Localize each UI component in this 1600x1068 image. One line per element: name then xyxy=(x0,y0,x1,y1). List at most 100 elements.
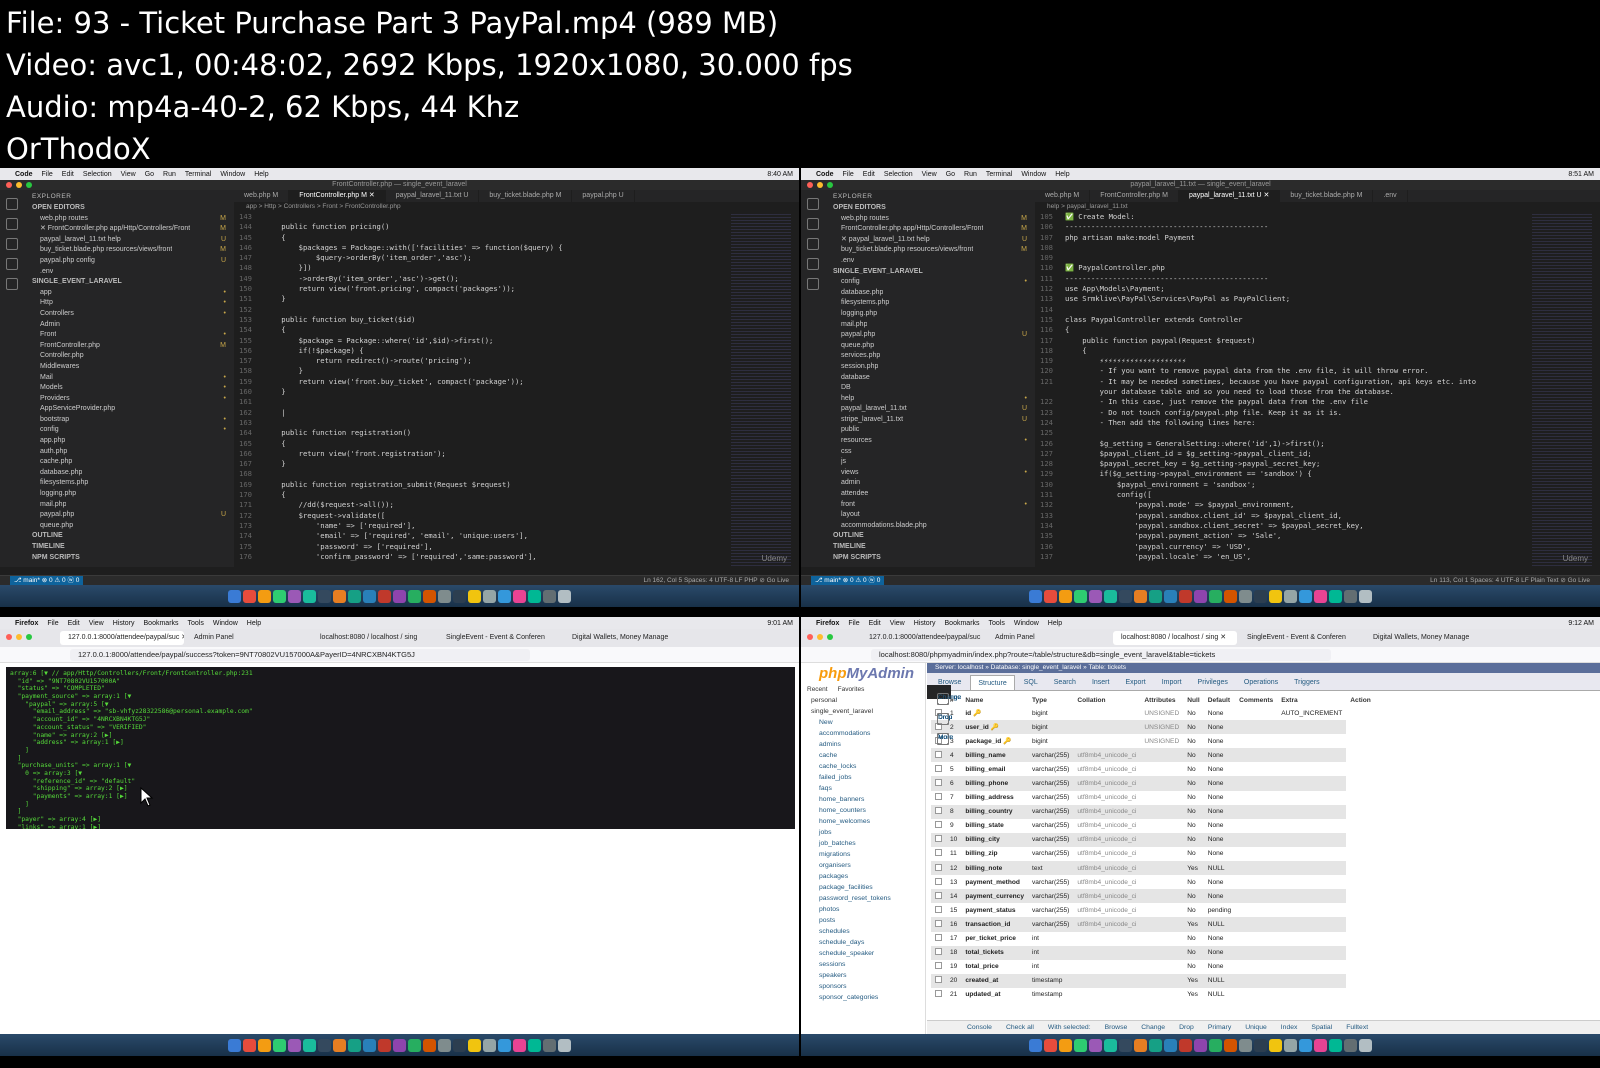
npm-scripts-section[interactable]: NPM SCRIPTS xyxy=(825,553,1035,564)
sidebar-table-item[interactable]: faqs xyxy=(801,783,925,794)
traffic-lights[interactable] xyxy=(6,182,32,188)
code-line[interactable]: 144 public function pricing() xyxy=(234,222,729,232)
tab-sql[interactable]: SQL xyxy=(1017,675,1045,690)
code-line[interactable]: 171 //dd($request->all()); xyxy=(234,500,729,510)
code-line[interactable]: 118 { xyxy=(1035,346,1530,356)
server-breadcrumb[interactable]: Server: localhost » Database: single_eve… xyxy=(927,663,1600,673)
code-line[interactable]: 165 { xyxy=(234,439,729,449)
timeline-section[interactable]: TIMELINE xyxy=(825,542,1035,553)
menu-bookmarks[interactable]: Bookmarks xyxy=(144,620,179,627)
dock-app-icon[interactable] xyxy=(1284,1038,1297,1052)
recent-link[interactable]: Recent xyxy=(807,686,828,693)
dock-app-icon[interactable] xyxy=(1179,589,1192,603)
code-line[interactable]: 162 | xyxy=(234,408,729,418)
code-line[interactable]: 161 xyxy=(234,397,729,407)
dock-app-icon[interactable] xyxy=(288,589,301,603)
file-row[interactable]: mail.php xyxy=(24,500,234,511)
dock-app-icon[interactable] xyxy=(1134,589,1147,603)
menu-file[interactable]: File xyxy=(843,171,854,178)
menu-code[interactable]: Code xyxy=(816,171,834,178)
file-row[interactable]: paypal.php U xyxy=(24,510,234,521)
dock-app-icon[interactable] xyxy=(408,1038,421,1052)
dock-app-icon[interactable] xyxy=(1314,589,1327,603)
file-row[interactable]: FrontController.php M xyxy=(24,341,234,352)
dock-app-icon[interactable] xyxy=(348,1038,361,1052)
cursor-status[interactable]: Ln 162, Col 5 Spaces: 4 UTF-8 LF PHP ⊘ G… xyxy=(643,576,789,585)
row-checkbox[interactable] xyxy=(935,750,942,758)
dock-app-icon[interactable] xyxy=(273,1038,286,1052)
dock-app-icon[interactable] xyxy=(1089,1038,1102,1052)
action-link[interactable]: Drop xyxy=(937,713,952,725)
tab-env[interactable]: .env xyxy=(1373,190,1408,202)
dock-app-icon[interactable] xyxy=(438,1038,451,1052)
search-icon[interactable] xyxy=(6,218,18,230)
bulk-spatial[interactable]: Spatial xyxy=(1311,1024,1332,1031)
dock-app-icon[interactable] xyxy=(393,589,406,603)
tab-paypal-success[interactable]: 127.0.0.1:8000/attendee/paypal/suc xyxy=(861,631,985,645)
code-line[interactable]: 145 { xyxy=(234,233,729,243)
tab-paypal-site[interactable]: Digital Wallets, Money Manage xyxy=(1365,631,1489,645)
file-row[interactable]: Controller.php xyxy=(24,351,234,362)
dock-app-icon[interactable] xyxy=(423,1038,436,1052)
file-row[interactable]: services.php xyxy=(825,351,1035,362)
dock-app-icon[interactable] xyxy=(348,589,361,603)
file-row[interactable]: front • xyxy=(825,500,1035,511)
sidebar-table-item[interactable]: packages xyxy=(801,871,925,882)
code-line[interactable]: 110 ✅ PaypalController.php xyxy=(1035,263,1530,273)
code-line[interactable]: 125 xyxy=(1035,428,1530,438)
file-row[interactable]: accommodations.blade.php xyxy=(825,521,1035,532)
sidebar-table-item[interactable]: accommodations xyxy=(801,728,925,739)
dock-app-icon[interactable] xyxy=(1224,1038,1237,1052)
dock-app-icon[interactable] xyxy=(498,1038,511,1052)
dock-app-icon[interactable] xyxy=(1329,1038,1342,1052)
menu-selection[interactable]: Selection xyxy=(83,171,112,178)
dock-app-icon[interactable] xyxy=(543,1038,556,1052)
menu-help[interactable]: Help xyxy=(1055,171,1069,178)
menu-selection[interactable]: Selection xyxy=(884,171,913,178)
file-row[interactable]: queue.php xyxy=(24,521,234,532)
file-row[interactable]: Admin xyxy=(24,320,234,331)
db-personal[interactable]: personal xyxy=(801,695,925,706)
breadcrumb[interactable]: help > paypal_laravel_11.txt xyxy=(1035,202,1600,212)
file-row[interactable]: views • xyxy=(825,468,1035,479)
code-line[interactable]: 126 $g_setting = GeneralSetting::where('… xyxy=(1035,439,1530,449)
sidebar-table-item[interactable]: posts xyxy=(801,915,925,926)
breadcrumb[interactable]: app > Http > Controllers > Front > Front… xyxy=(234,202,799,212)
tab-paypal-success[interactable]: 127.0.0.1:8000/attendee/paypal/suc ✕ xyxy=(60,631,184,645)
menu-bookmarks[interactable]: Bookmarks xyxy=(945,620,980,627)
menu-view[interactable]: View xyxy=(89,620,104,627)
file-row[interactable]: queue.php xyxy=(825,341,1035,352)
sidebar-table-item[interactable]: cache xyxy=(801,750,925,761)
traffic-lights[interactable] xyxy=(807,182,833,188)
menu-file[interactable]: File xyxy=(42,171,53,178)
outline-section[interactable]: OUTLINE xyxy=(24,531,234,542)
dock-app-icon[interactable] xyxy=(1074,1038,1087,1052)
file-row[interactable]: session.php xyxy=(825,362,1035,373)
action-link[interactable]: Change xyxy=(937,693,961,705)
sidebar-table-item[interactable]: migrations xyxy=(801,849,925,860)
file-row[interactable]: stripe_laravel_11.txt U xyxy=(825,415,1035,426)
dock-app-icon[interactable] xyxy=(1329,589,1342,603)
file-row[interactable]: ✕ paypal_laravel_11.txt help U xyxy=(825,235,1035,246)
code-line[interactable]: 154 { xyxy=(234,325,729,335)
code-editor[interactable]: 105 ✅ Create Model: 106 -------------------… xyxy=(1035,212,1530,567)
dock-app-icon[interactable] xyxy=(1344,1038,1357,1052)
dock-app-icon[interactable] xyxy=(1029,589,1042,603)
code-line[interactable]: 130 $paypal_environment = 'sandbox'; xyxy=(1035,480,1530,490)
dock-app-icon[interactable] xyxy=(1194,1038,1207,1052)
tab-buy-ticket[interactable]: buy_ticket.blade.php M xyxy=(479,190,573,202)
project-header[interactable]: SINGLE_EVENT_LARAVEL xyxy=(825,267,1035,278)
dock-app-icon[interactable] xyxy=(1209,589,1222,603)
branch-status[interactable]: ⎇ main* ⊗ 0 ⚠ 0 ⓦ 0 xyxy=(10,576,84,585)
file-row[interactable]: app.php xyxy=(24,436,234,447)
code-line[interactable]: 176 'confirm_password' => ['required','s… xyxy=(234,552,729,562)
url-input[interactable]: localhost:8080/phpmyadmin/index.php?rout… xyxy=(871,648,1331,661)
code-line[interactable]: 117 public function paypal(Request $requ… xyxy=(1035,336,1530,346)
sidebar-table-item[interactable]: failed_jobs xyxy=(801,772,925,783)
dock-app-icon[interactable] xyxy=(453,589,466,603)
dock-app-icon[interactable] xyxy=(1134,1038,1147,1052)
source-control-icon[interactable] xyxy=(6,238,18,250)
file-row[interactable]: FrontController.php app/Http/Controllers… xyxy=(825,224,1035,235)
sidebar-table-item[interactable]: home_banners xyxy=(801,794,925,805)
code-line[interactable]: 135 'paypal.payment_action' => 'Sale', xyxy=(1035,531,1530,541)
